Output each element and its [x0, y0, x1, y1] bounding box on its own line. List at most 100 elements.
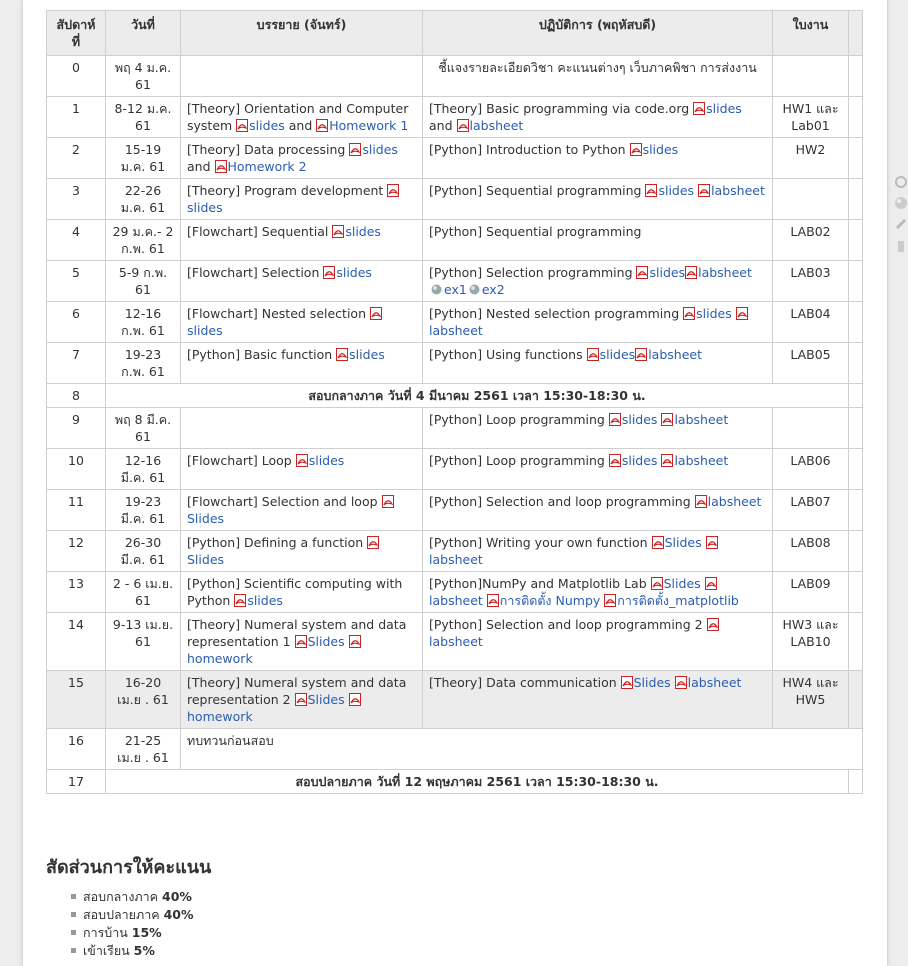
side-toolbar — [894, 175, 908, 259]
lecture-cell — [180, 55, 423, 97]
pdf-icon — [735, 307, 748, 320]
pdf-link[interactable]: Slides — [620, 675, 671, 690]
link-label: labsheet — [429, 323, 483, 338]
pdf-icon — [698, 184, 711, 197]
extra-cell — [848, 219, 863, 261]
lecture-cell: [Python] Basic function slides — [180, 342, 423, 384]
pdf-link[interactable]: slides — [683, 306, 732, 321]
link-label: slides — [696, 306, 732, 321]
pdf-link[interactable]: slides — [349, 142, 398, 157]
date-cell: 26-30 มี.ค. 61 — [105, 530, 181, 572]
exam-notice-cell: สอบปลายภาค วันที่ 12 พฤษภาคม 2561 เวลา 1… — [105, 769, 849, 794]
web-link[interactable]: ex2 — [467, 282, 505, 297]
pdf-link[interactable]: slides — [608, 412, 657, 427]
pdf-link[interactable]: slides — [645, 183, 694, 198]
search-icon[interactable] — [894, 175, 908, 189]
pdf-link[interactable]: slides — [336, 347, 385, 362]
link-icon[interactable] — [894, 217, 908, 231]
lecture-cell: [Python] Defining a function Slides — [180, 530, 423, 572]
link-label: homework — [187, 709, 253, 724]
worksheet-cell: LAB05 — [772, 342, 849, 384]
week-cell: 16 — [46, 728, 106, 770]
pdf-link[interactable]: slides — [323, 265, 372, 280]
lab-cell: [Python] Sequential programming slides l… — [422, 178, 773, 220]
globe-icon[interactable] — [894, 196, 908, 210]
extra-cell — [848, 342, 863, 384]
date-cell: 12-16 มี.ค. 61 — [105, 448, 181, 490]
link-label: labsheet — [648, 347, 702, 362]
pdf-link[interactable]: slides — [629, 142, 679, 157]
link-label: labsheet — [674, 453, 729, 468]
web-link[interactable]: ex1 — [429, 282, 467, 297]
pdf-link[interactable]: labsheet — [456, 118, 523, 133]
extra-cell — [848, 571, 863, 613]
pdf-link[interactable]: slides — [608, 453, 657, 468]
page-content: สัปดาห์ที่ วันที่ บรรยาย (จันทร์) ปฏิบัต… — [22, 0, 888, 966]
pdf-link[interactable]: slides — [236, 118, 285, 133]
header-extra — [848, 10, 863, 56]
pdf-icon — [234, 594, 247, 607]
table-row: 8 สอบกลางภาค วันที่ 4 มีนาคม 2561 เวลา 15… — [46, 383, 863, 408]
week-cell: 8 — [46, 383, 106, 408]
pdf-link[interactable]: slides — [234, 593, 283, 608]
table-header-row: สัปดาห์ที่ วันที่ บรรยาย (จันทร์) ปฏิบัต… — [46, 10, 863, 56]
score-label: สอบกลางภาค — [83, 889, 163, 904]
lab-cell: [Python] Loop programming slides labshee… — [422, 407, 773, 449]
pdf-link[interactable]: Slides — [651, 535, 702, 550]
extra-cell — [848, 448, 863, 490]
extra-cell — [848, 55, 863, 97]
pdf-link[interactable]: labsheet — [694, 494, 761, 509]
worksheet-cell: HW3 และ LAB10 — [772, 612, 849, 671]
pdf-link[interactable]: labsheet — [698, 183, 765, 198]
pdf-link[interactable]: labsheet — [661, 412, 728, 427]
pdf-link[interactable]: slides — [693, 101, 742, 116]
extra-cell — [848, 96, 863, 138]
link-label: labsheet — [429, 593, 483, 608]
bullet-icon — [71, 912, 76, 917]
date-cell: 22-26 ม.ค. 61 — [105, 178, 181, 220]
globe-icon — [431, 284, 442, 295]
pdf-link[interactable]: labsheet — [685, 265, 752, 280]
extra-cell — [848, 769, 863, 794]
pdf-icon — [349, 143, 362, 156]
score-item: เข้าเรียน 5% — [71, 942, 194, 960]
link-label: การติดตั้ง_matplotlib — [617, 593, 739, 608]
schedule-table: สัปดาห์ที่ วันที่ บรรยาย (จันทร์) ปฏิบัต… — [46, 10, 863, 794]
date-cell: 12-16 ก.พ. 61 — [105, 301, 181, 343]
link-label: slides — [642, 142, 679, 157]
pdf-icon — [586, 348, 599, 361]
extra-cell — [848, 612, 863, 671]
pdf-link[interactable]: labsheet — [674, 675, 741, 690]
lab-cell: [Python] Introduction to Python slides — [422, 137, 773, 179]
pdf-link[interactable]: slides — [636, 265, 685, 280]
extra-cell — [848, 383, 863, 408]
table-row: 9 พฤ 8 มี.ค. 61 [Python] Loop programming … — [46, 407, 863, 449]
week-cell: 7 — [46, 342, 106, 384]
pdf-link[interactable]: Slides — [650, 576, 701, 591]
pdf-link[interactable]: Homework 1 — [316, 118, 408, 133]
pdf-link[interactable]: Slides — [294, 634, 345, 649]
pdf-link[interactable]: slides — [295, 453, 344, 468]
pdf-link[interactable]: labsheet — [635, 347, 702, 362]
pdf-link[interactable]: slides — [332, 224, 381, 239]
pdf-icon — [705, 536, 718, 549]
pdf-link[interactable]: การติดตั้ง Numpy — [486, 593, 600, 608]
pdf-icon — [650, 577, 663, 590]
globe-icon — [469, 284, 480, 295]
pdf-link[interactable]: Homework 2 — [214, 159, 307, 174]
pdf-icon — [381, 495, 394, 508]
week-cell: 15 — [46, 670, 106, 729]
link-label: slides — [336, 265, 372, 280]
cell-text: [Flowchart] Selection — [187, 265, 324, 280]
pdf-link[interactable]: slides — [586, 347, 635, 362]
pdf-link[interactable]: การติดตั้ง_matplotlib — [604, 593, 739, 608]
cell-text: [Flowchart] Selection and loop — [187, 494, 382, 509]
pdf-icon — [651, 536, 664, 549]
header-lecture: บรรยาย (จันทร์) — [180, 10, 423, 56]
cell-text: [Python] Selection programming — [429, 265, 637, 280]
lab-cell: [Python] Using functions slides labsheet — [422, 342, 773, 384]
pdf-link[interactable]: Slides — [294, 692, 345, 707]
pdf-link[interactable]: labsheet — [661, 453, 728, 468]
worksheet-cell — [772, 178, 849, 220]
user-icon[interactable] — [894, 238, 908, 252]
